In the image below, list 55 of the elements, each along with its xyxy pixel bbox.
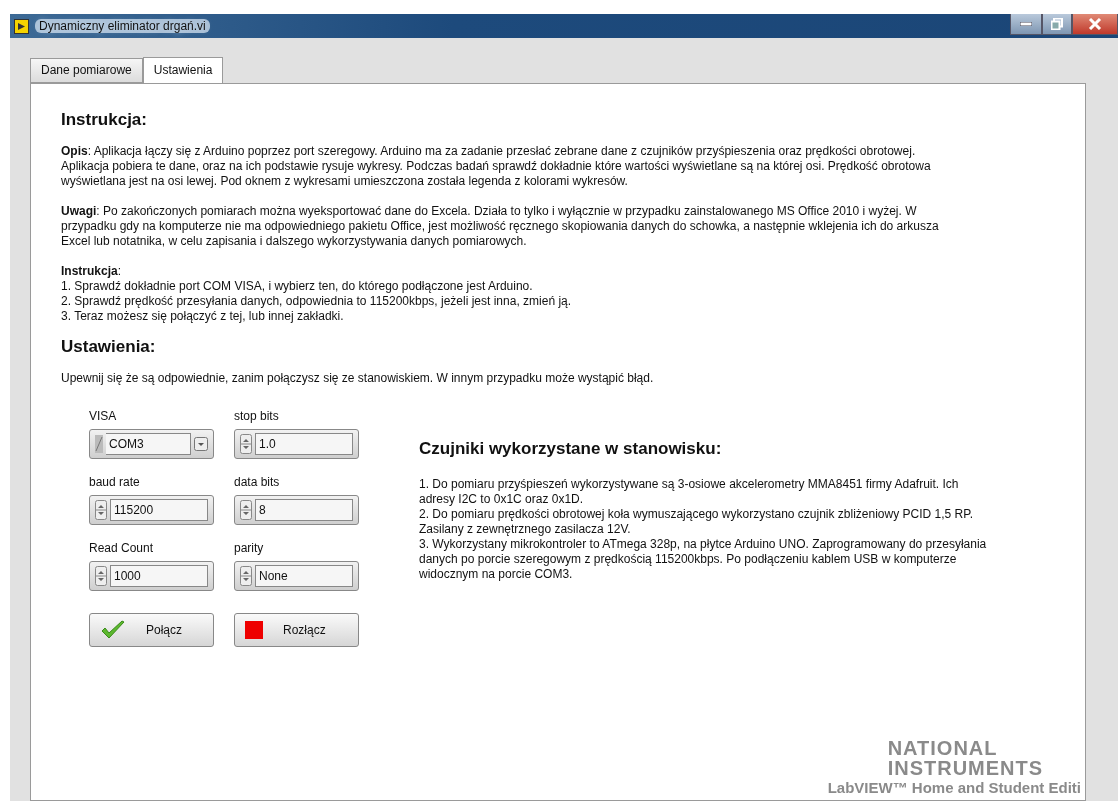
restore-button[interactable]	[1042, 14, 1072, 35]
text-line: danych po porcie szeregowym z prędkością 115200kbps. Po podłączeniu kablem USB w komputerze	[419, 552, 958, 567]
spinner-icon[interactable]	[240, 500, 252, 520]
watermark-text: LabVIEW™ Home and Student Editi	[827, 778, 1081, 798]
spinner-icon[interactable]	[240, 434, 252, 454]
spinner-icon[interactable]	[95, 500, 107, 520]
spinner-icon[interactable]	[95, 566, 107, 586]
section-heading: Ustawienia:	[61, 337, 157, 357]
text-line: Opis: Aplikacja łączy się z Arduino poprzez port szeregowy. Arduino ma za zadanie przesłać zebrane dane z czujników przyśpieszenia oraz prędkości obrotowej.	[61, 144, 917, 159]
control-label: baud rate	[89, 475, 141, 489]
text-line: widocznym na porcie COM3.	[419, 567, 574, 582]
minimize-icon	[1020, 22, 1032, 26]
numeric-control[interactable]: 1000	[89, 561, 214, 591]
tab[interactable]: Dane pomiarowe	[30, 58, 143, 83]
tab[interactable]: Ustawienia	[142, 57, 224, 84]
text-line: Instrukcja:	[61, 264, 123, 279]
text-line: 1. Do pomiaru przyśpieszeń wykorzystywane są 3-osiowe akcelerometry MMA8451 firmy Adafruit. Ich	[419, 477, 960, 492]
text-line: 1. Sprawdź dokładnie port COM VISA, i wybierz ten, do którego podłączone jest Arduino.	[61, 279, 534, 294]
control-label: parity	[234, 541, 265, 555]
text-line: przypadku gdy na komputerze nie ma odpowiedniego pakietu Office, jest możliwość ręcznego skopiowania danych do schowka, a następnie wklejenia ich do arkusza	[61, 219, 940, 234]
resource-dropdown[interactable]: COM3	[89, 429, 214, 459]
restore-icon	[1051, 18, 1063, 30]
text-line: 2. Do pomiaru prędkości obrotowej koła wymuszającego wykorzystano czujnik zbliżeniowy PCID 1,5 RP.	[419, 507, 975, 522]
text-line: 3. Wykorzystany mikrokontroler to ATmega 328p, na płytce Arduino UNO. Zaprogramowany do przesyłania	[419, 537, 987, 552]
watermark-text: INSTRUMENTS	[887, 758, 1045, 778]
text-line: Excel lub notatnika, w celu zapisania i dalszego wykorzystywania danych pomiarowych.	[61, 234, 528, 249]
section-heading: Czujniki wykorzystane w stanowisku:	[419, 439, 723, 459]
io-icon	[95, 435, 103, 453]
text-line: 2. Sprawdź prędkość przesyłania danych, odpowiednia to 115200kbps, jeżeli jest inna, zmień ją.	[61, 294, 573, 309]
minimize-button[interactable]	[1010, 14, 1042, 35]
close-button[interactable]	[1072, 14, 1118, 35]
text-line: Zasilany z zewnętrznego zasilacza 12V.	[419, 522, 632, 537]
numeric-control[interactable]: None	[234, 561, 359, 591]
numeric-control[interactable]: 8	[234, 495, 359, 525]
control-label: VISA	[89, 409, 118, 423]
control-label: Read Count	[89, 541, 155, 555]
text-line: adresy I2C to 0x1C oraz 0x1D.	[419, 492, 585, 507]
control-label: data bits	[234, 475, 281, 489]
close-icon	[1088, 18, 1102, 30]
text-line: wyświetlana jest na osi lewej. Pod oknem z wykresami umieszczona została legenda z kolorami wykresów.	[61, 174, 629, 189]
checkmark-icon	[100, 620, 126, 640]
section-heading: Instrukcja:	[61, 110, 148, 130]
text-line: Uwagi: Po zakończonych pomiarach można wyeksportować dane do Excela. Działa to tylko i wyłącznie w przypadku zainstalowanego MS Office 2010 i wyżej. W	[61, 204, 918, 219]
note-text: Upewnij się że są odpowiednie, zanim połączysz się ze stanowiskiem. W innym przypadku może wystąpić błąd.	[61, 371, 655, 385]
numeric-control[interactable]: 1.0	[234, 429, 359, 459]
control-label: stop bits	[234, 409, 280, 423]
stop-icon	[245, 621, 263, 639]
connect-button[interactable]: Połącz	[89, 613, 214, 647]
text-line: Aplikacja pobiera te dane, oraz na ich podstawie rysuje wykresy. Podczas badań sprawdź dokładnie które wartości wyświetlane są na której osi. Prędkość obrotowa	[61, 159, 932, 174]
numeric-control[interactable]: 115200	[89, 495, 214, 525]
disconnect-button[interactable]: Rozłącz	[234, 613, 359, 647]
watermark-text: NATIONAL	[887, 738, 999, 758]
text-line: 3. Teraz możesz się połączyć z tej, lub innej zakładki.	[61, 309, 345, 324]
app-icon	[14, 18, 29, 34]
spinner-icon[interactable]	[240, 566, 252, 586]
